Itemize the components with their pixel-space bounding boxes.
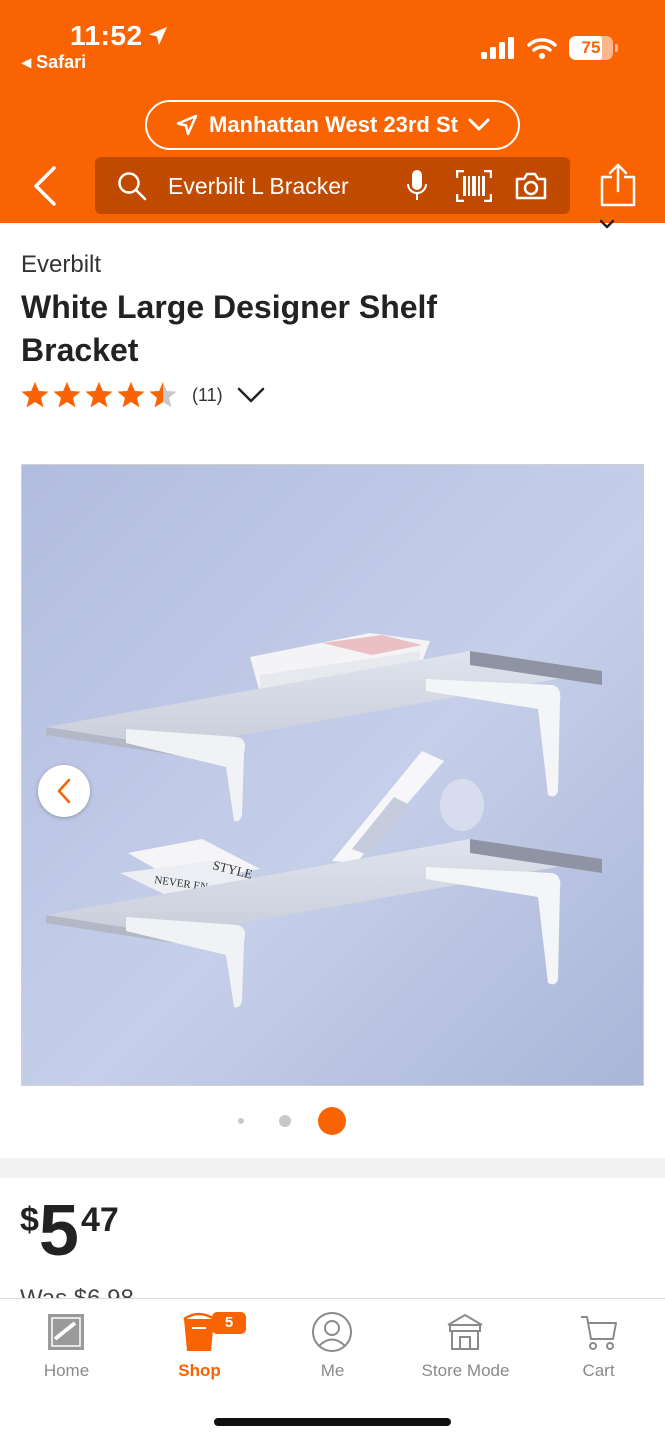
- barcode-icon[interactable]: [456, 170, 492, 202]
- back-app-label: Safari: [36, 52, 87, 72]
- battery-percent: 75: [581, 38, 601, 57]
- rating-summary[interactable]: (11): [20, 380, 265, 410]
- product-image[interactable]: STYLE NEVER EN: [21, 464, 644, 1086]
- price: $ 5 47: [20, 1195, 119, 1267]
- search-bar[interactable]: Everbilt L Bracker: [95, 157, 570, 214]
- search-icon: [118, 172, 147, 201]
- chevron-down-icon: [468, 118, 490, 131]
- product-brand[interactable]: Everbilt: [21, 251, 101, 279]
- battery-nub: [615, 44, 618, 52]
- tab-label: Cart: [582, 1361, 615, 1380]
- store-icon: [447, 1314, 483, 1350]
- rating-stars: [20, 380, 178, 410]
- location-arrow-icon: [149, 27, 167, 45]
- star-icon: [149, 382, 177, 408]
- back-icon[interactable]: [24, 164, 68, 208]
- mic-icon[interactable]: [407, 169, 427, 203]
- home-indicator: [214, 1418, 451, 1426]
- tab-bar: Home Shop Me 5 Store Mode Cart: [0, 1298, 665, 1440]
- tab-shop[interactable]: Shop: [133, 1299, 266, 1389]
- tab-label: Me: [320, 1361, 345, 1380]
- chevron-down-icon: [599, 219, 615, 229]
- price-dollars: 5: [38, 1191, 79, 1271]
- chevron-down-icon: [237, 387, 264, 403]
- share-icon[interactable]: [598, 163, 638, 207]
- pagination-dot-active[interactable]: [318, 1107, 346, 1135]
- battery-indicator: 75: [569, 36, 618, 60]
- was-price: Was $6.98: [20, 1284, 134, 1298]
- shelf-photo: STYLE NEVER EN: [22, 465, 643, 1085]
- tab-label: Store Mode: [421, 1361, 510, 1380]
- tab-label: Shop: [178, 1361, 221, 1380]
- store-name: Manhattan West 23rd St: [209, 112, 458, 137]
- pagination-dot[interactable]: [238, 1118, 244, 1124]
- review-count: (11): [192, 384, 223, 405]
- star-icon: [85, 382, 113, 408]
- status-indicators: 75: [481, 36, 618, 60]
- back-triangle-icon: ◂: [22, 52, 32, 72]
- search-input[interactable]: Everbilt L Bracker: [168, 173, 349, 200]
- tab-store-mode[interactable]: Store Mode: [399, 1299, 532, 1389]
- wifi-icon: [527, 38, 557, 59]
- tab-me[interactable]: Me: [266, 1299, 399, 1389]
- store-selector[interactable]: Manhattan West 23rd St: [145, 100, 520, 150]
- star-icon: [53, 382, 81, 408]
- app-header: 11:52 ◂ Safari 75 Manhattan West 23rd St: [0, 0, 665, 223]
- pagination-dot[interactable]: [279, 1115, 291, 1127]
- tab-label: Home: [43, 1361, 90, 1380]
- previous-image-button[interactable]: [38, 765, 90, 817]
- price-currency: $: [20, 1201, 39, 1239]
- star-icon: [21, 382, 49, 408]
- home-depot-logo-icon: [48, 1314, 84, 1350]
- tab-cart[interactable]: Cart: [532, 1299, 665, 1389]
- section-divider: [0, 1158, 665, 1178]
- product-title: White Large Designer Shelf Bracket: [21, 289, 438, 368]
- notification-badge: 5: [212, 1312, 246, 1334]
- chevron-left-icon: [57, 778, 71, 804]
- price-cents: 47: [80, 1201, 119, 1239]
- camera-icon[interactable]: [514, 172, 548, 200]
- gallery-pagination: [0, 1106, 665, 1136]
- status-time: 11:52: [70, 20, 143, 51]
- cart-icon: [581, 1316, 617, 1350]
- back-to-safari[interactable]: ◂ Safari: [22, 52, 86, 73]
- cellular-signal-icon: [481, 37, 514, 59]
- star-icon: [117, 382, 145, 408]
- tab-home[interactable]: Home: [0, 1299, 133, 1389]
- location-arrow-icon: [176, 114, 198, 136]
- user-icon: [312, 1312, 352, 1352]
